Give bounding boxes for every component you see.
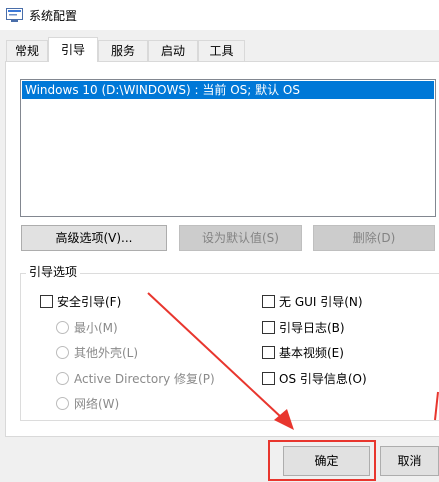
annotation-highlight-box [268, 440, 376, 481]
delete-button[interactable]: 删除(D) [313, 225, 435, 251]
radio-minimal[interactable]: 最小(M) [56, 320, 118, 336]
tab-boot[interactable]: 引导 [48, 37, 98, 62]
checkbox-box [262, 295, 275, 308]
radio-label: 网络(W) [74, 397, 120, 411]
advanced-options-button[interactable]: 高级选项(V)... [21, 225, 167, 251]
tab-startup[interactable]: 启动 [148, 40, 198, 61]
radio-label: 其他外壳(L) [74, 346, 139, 360]
base-video-label: 基本视频(E) [279, 346, 344, 360]
tab-label: 常规 [14, 44, 39, 58]
tab-label: 启动 [160, 44, 185, 58]
radio-circle [56, 346, 69, 359]
boot-options-label: 引导选项 [26, 263, 81, 280]
msconfig-icon [6, 8, 23, 22]
boot-log-checkbox[interactable]: 引导日志(B) [262, 320, 345, 336]
boot-entries-list[interactable]: Windows 10 (D:\WINDOWS) : 当前 OS; 默认 OS [20, 79, 436, 217]
boot-log-label: 引导日志(B) [279, 321, 345, 335]
radio-circle [56, 372, 69, 385]
radio-alternate-shell[interactable]: 其他外壳(L) [56, 345, 138, 361]
safe-boot-checkbox[interactable]: 安全引导(F) [40, 294, 121, 310]
tab-label: 工具 [209, 44, 234, 58]
radio-network[interactable]: 网络(W) [56, 396, 119, 412]
tab-label: 服务 [110, 44, 135, 58]
checkbox-box [262, 372, 275, 385]
radio-circle [56, 397, 69, 410]
tab-general[interactable]: 常规 [6, 40, 48, 61]
radio-label: Active Directory 修复(P) [74, 372, 215, 386]
tab-tools[interactable]: 工具 [198, 40, 245, 61]
base-video-checkbox[interactable]: 基本视频(E) [262, 345, 344, 361]
radio-circle [56, 321, 69, 334]
radio-ad-repair[interactable]: Active Directory 修复(P) [56, 371, 215, 387]
no-gui-boot-label: 无 GUI 引导(N) [279, 295, 363, 309]
window-title: 系统配置 [29, 9, 78, 23]
radio-label: 最小(M) [74, 321, 118, 335]
cancel-button[interactable]: 取消 [380, 446, 439, 476]
title-bar: 系统配置 [0, 0, 439, 30]
os-boot-info-label: OS 引导信息(O) [279, 372, 367, 386]
tab-label: 引导 [60, 43, 85, 57]
no-gui-boot-checkbox[interactable]: 无 GUI 引导(N) [262, 294, 363, 310]
checkbox-box [262, 346, 275, 359]
checkbox-box [40, 295, 53, 308]
os-boot-info-checkbox[interactable]: OS 引导信息(O) [262, 371, 367, 387]
checkbox-box [262, 321, 275, 334]
boot-entry-selected[interactable]: Windows 10 (D:\WINDOWS) : 当前 OS; 默认 OS [22, 81, 434, 99]
set-default-button[interactable]: 设为默认值(S) [179, 225, 302, 251]
tab-services[interactable]: 服务 [98, 40, 148, 61]
safe-boot-label: 安全引导(F) [57, 295, 122, 309]
